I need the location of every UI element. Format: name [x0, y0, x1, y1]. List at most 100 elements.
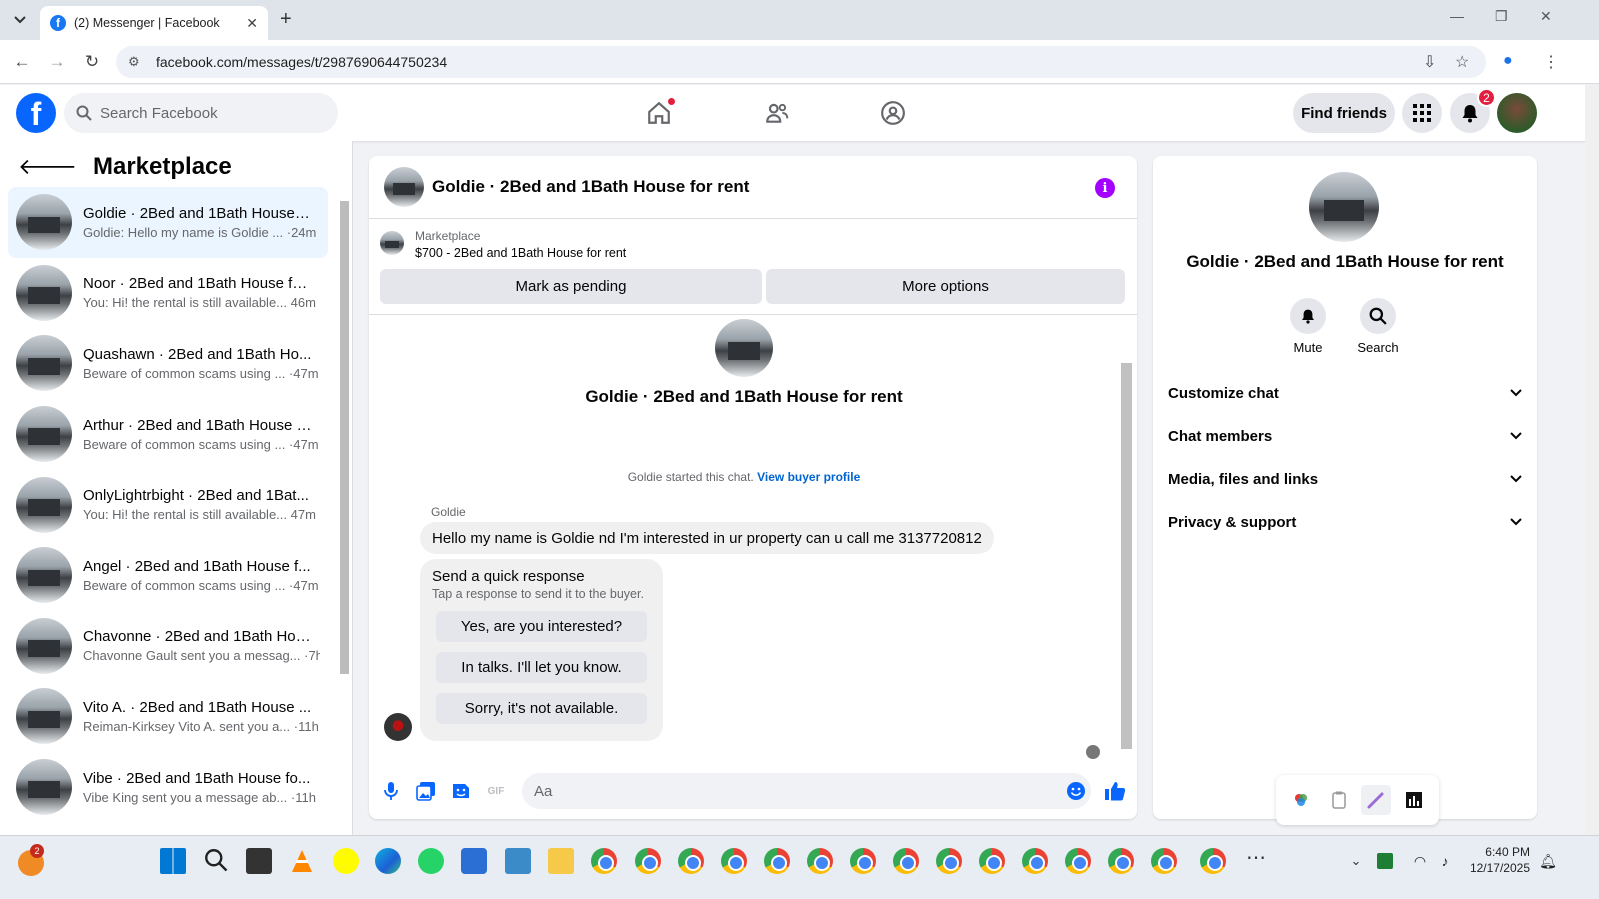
browser-menu-icon[interactable]: ⋮	[1543, 52, 1559, 72]
site-info-icon[interactable]: ⚙	[128, 54, 146, 70]
account-avatar[interactable]	[1497, 93, 1537, 133]
chrome-icon[interactable]	[979, 848, 1005, 874]
page-scrollbar[interactable]	[1585, 85, 1599, 835]
photo-icon[interactable]	[415, 780, 437, 802]
tray-app-icon[interactable]	[1377, 853, 1393, 869]
app-icon[interactable]	[505, 848, 531, 874]
thread-scrollbar[interactable]	[1119, 317, 1133, 761]
store-icon[interactable]	[461, 848, 487, 874]
friends-icon[interactable]	[761, 97, 793, 129]
search-input[interactable]: Search Facebook	[64, 93, 338, 133]
gif-icon[interactable]: GIF	[485, 780, 507, 802]
whatsapp-icon[interactable]	[418, 848, 444, 874]
chrome-icon[interactable]	[635, 848, 661, 874]
file-explorer-icon[interactable]	[548, 848, 574, 874]
install-app-icon[interactable]: ⇩	[1423, 52, 1436, 72]
chrome-icon[interactable]	[936, 848, 962, 874]
close-window-icon[interactable]: ✕	[1540, 8, 1552, 25]
taskbar-search-icon[interactable]	[204, 848, 230, 874]
mute-button[interactable]: Mute	[1278, 298, 1338, 355]
chrome-icon[interactable]	[721, 848, 747, 874]
snapchat-icon[interactable]	[333, 848, 359, 874]
clipboard-icon[interactable]	[1324, 785, 1354, 815]
vlc-icon[interactable]	[289, 848, 315, 874]
minimize-icon[interactable]: —	[1450, 8, 1464, 24]
find-friends-button[interactable]: Find friends	[1293, 93, 1395, 133]
sender-avatar[interactable]	[384, 713, 412, 741]
quick-response-option[interactable]: Sorry, it's not available.	[436, 693, 647, 724]
sticker-icon[interactable]	[450, 780, 472, 802]
chrome-icon[interactable]	[850, 848, 876, 874]
listing-summary[interactable]: Marketplace $700 - 2Bed and 1Bath House …	[380, 229, 626, 260]
restore-icon[interactable]: ❐	[1495, 8, 1508, 25]
conversation-item[interactable]: Goldie · 2Bed and 1Bath House f... Goldie…	[8, 187, 328, 258]
chrome-icon[interactable]	[1151, 848, 1177, 874]
close-tab-icon[interactable]: ✕	[246, 15, 258, 32]
chrome-icon[interactable]	[893, 848, 919, 874]
chrome-icon[interactable]	[1200, 848, 1226, 874]
more-options-button[interactable]: More options	[766, 269, 1125, 304]
wifi-icon[interactable]: ◠	[1407, 848, 1433, 874]
profile-icon[interactable]: ●	[1503, 52, 1513, 70]
conversation-item[interactable]: Chavonne · 2Bed and 1Bath Hou... Chavonne…	[8, 611, 328, 682]
groups-icon[interactable]	[877, 97, 909, 129]
view-buyer-profile-link[interactable]: View buyer profile	[757, 470, 860, 484]
pen-icon[interactable]	[1361, 785, 1392, 815]
chat-members-row[interactable]: Chat members	[1168, 416, 1522, 456]
privacy-support-row[interactable]: Privacy & support	[1168, 502, 1522, 542]
new-tab-button[interactable]: +	[280, 8, 292, 31]
address-bar[interactable]: ⚙ facebook.com/messages/t/29876906447502…	[116, 46, 1486, 78]
message-bubble[interactable]: Hello my name is Goldie nd I'm intereste…	[420, 522, 994, 554]
tab-search-button[interactable]	[8, 8, 32, 32]
sidebar-scrollbar[interactable]	[338, 189, 350, 829]
conversation-item[interactable]: Noor · 2Bed and 1Bath House fo... You: Hi…	[8, 258, 328, 329]
conversation-item[interactable]: Vito A. · 2Bed and 1Bath House ... Reiman…	[8, 681, 328, 752]
media-files-links-row[interactable]: Media, files and links	[1168, 459, 1522, 499]
chat-avatar[interactable]	[384, 167, 424, 207]
chevron-down-icon	[1510, 475, 1522, 483]
edge-icon[interactable]	[375, 848, 401, 874]
system-tray-chevron-icon[interactable]: ⌄	[1343, 848, 1369, 874]
like-thumb-icon[interactable]	[1104, 780, 1126, 802]
emoji-icon[interactable]	[1065, 780, 1087, 802]
conversation-item[interactable]: Angel · 2Bed and 1Bath House f... Beware …	[8, 540, 328, 611]
more-apps-icon[interactable]: ⋯	[1243, 848, 1269, 874]
reload-icon[interactable]: ↻	[82, 52, 102, 72]
thread-scroll-thumb[interactable]	[1121, 363, 1132, 749]
chrome-icon[interactable]	[764, 848, 790, 874]
quick-response-option[interactable]: In talks. I'll let you know.	[436, 652, 647, 683]
quick-response-option[interactable]: Yes, are you interested?	[436, 611, 647, 642]
info-icon[interactable]: i	[1095, 178, 1115, 198]
start-windows-icon[interactable]	[160, 848, 186, 874]
message-input[interactable]: Aa	[522, 773, 1091, 809]
chrome-icon[interactable]	[807, 848, 833, 874]
menu-grid-icon[interactable]	[1402, 93, 1442, 133]
browser-tab[interactable]: f (2) Messenger | Facebook ✕	[40, 6, 268, 40]
chrome-icon[interactable]	[678, 848, 704, 874]
chart-icon[interactable]	[1399, 785, 1429, 815]
color-wheel-icon[interactable]	[1286, 785, 1316, 815]
back-arrow-icon[interactable]: 🡐	[18, 154, 77, 180]
conversation-item[interactable]: OnlyLightrbight · 2Bed and 1Bat... You: H…	[8, 469, 328, 540]
conversation-item[interactable]: Quashawn · 2Bed and 1Bath Ho... Beware of…	[8, 328, 328, 399]
chrome-icon[interactable]	[1065, 848, 1091, 874]
volume-icon[interactable]: ♪	[1432, 848, 1458, 874]
sidebar-scroll-thumb[interactable]	[340, 201, 349, 674]
notification-center-icon[interactable]: 🔔︎	[1535, 848, 1561, 874]
search-conversation-button[interactable]: Search	[1348, 298, 1408, 355]
microphone-icon[interactable]	[380, 780, 402, 802]
task-view-icon[interactable]	[246, 848, 272, 874]
conversation-item[interactable]: Vibe · 2Bed and 1Bath House fo... Vibe Ki…	[8, 752, 328, 823]
chat-title[interactable]: Goldie · 2Bed and 1Bath House for rent	[432, 177, 749, 197]
conversation-item[interactable]: Arthur · 2Bed and 1Bath House f... Beware…	[8, 399, 328, 470]
back-icon[interactable]: ←	[12, 52, 32, 72]
chrome-icon[interactable]	[1022, 848, 1048, 874]
customize-chat-row[interactable]: Customize chat	[1168, 373, 1522, 413]
chrome-icon[interactable]	[591, 848, 617, 874]
facebook-logo-icon[interactable]: f	[16, 93, 56, 133]
forward-icon[interactable]: →	[47, 52, 67, 72]
chrome-icon[interactable]	[1108, 848, 1134, 874]
bookmark-star-icon[interactable]: ☆	[1455, 52, 1469, 72]
clock[interactable]: 6:40 PM 12/17/2025	[1460, 844, 1530, 876]
mark-as-pending-button[interactable]: Mark as pending	[380, 269, 762, 304]
